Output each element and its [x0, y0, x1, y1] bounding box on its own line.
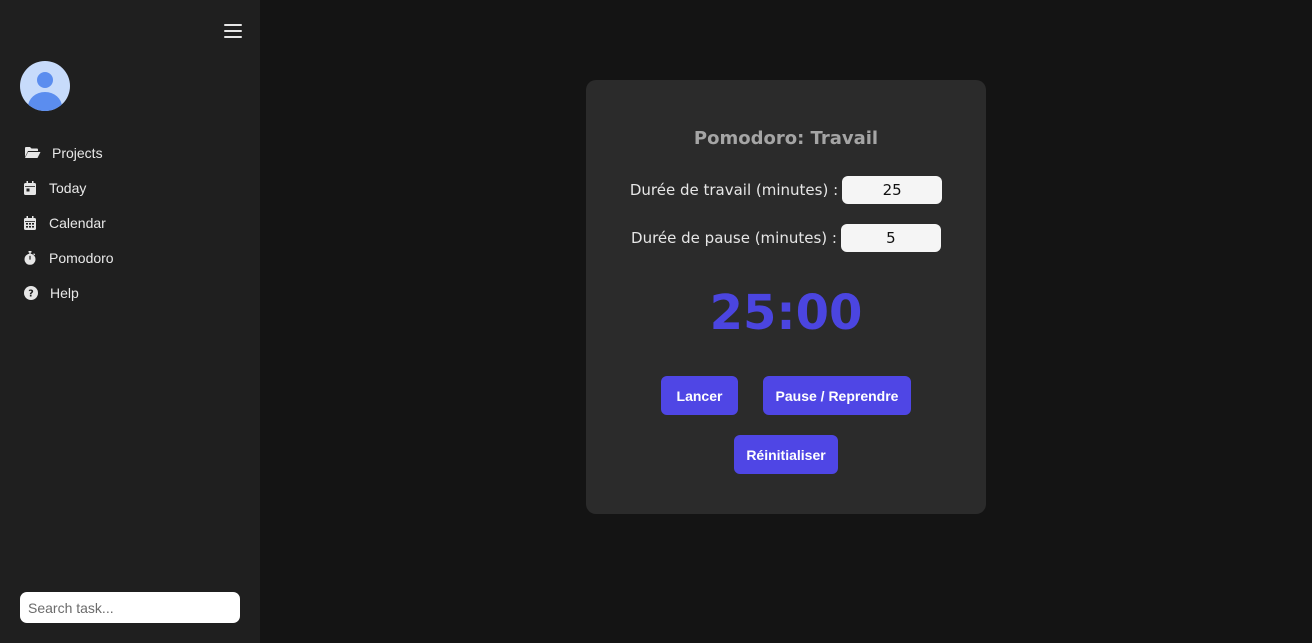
svg-text:?: ?	[28, 288, 34, 299]
avatar-body	[28, 92, 62, 111]
sidebar-item-projects[interactable]: Projects	[0, 135, 260, 170]
question-circle-icon: ?	[24, 285, 49, 300]
sidebar: Projects Today Calendar Pomodoro ? Help …	[0, 0, 260, 643]
reset-button[interactable]: Réinitialiser	[734, 435, 838, 474]
sidebar-item-pomodoro[interactable]: Pomodoro	[0, 240, 260, 275]
avatar[interactable]	[20, 61, 70, 111]
sidebar-item-label: Today	[49, 179, 87, 196]
work-duration-row: Durée de travail (minutes) :	[586, 176, 986, 204]
break-duration-label: Durée de pause (minutes) :	[631, 229, 837, 247]
sidebar-nav: Projects Today Calendar Pomodoro ? Help	[0, 135, 260, 310]
hamburger-menu-icon[interactable]	[224, 23, 242, 39]
stopwatch-icon	[24, 250, 49, 265]
main-content: Pomodoro: Travail Durée de travail (minu…	[260, 0, 1312, 643]
sidebar-item-label: Calendar	[49, 214, 106, 231]
pause-resume-button[interactable]: Pause / Reprendre	[763, 376, 911, 415]
pomodoro-card: Pomodoro: Travail Durée de travail (minu…	[586, 80, 986, 514]
sidebar-item-label: Projects	[52, 144, 103, 161]
break-duration-row: Durée de pause (minutes) :	[586, 224, 986, 252]
sidebar-item-help[interactable]: ? Help	[0, 275, 260, 310]
start-button[interactable]: Lancer	[661, 376, 738, 415]
hamburger-line	[224, 36, 242, 38]
timer-display: 25:00	[709, 285, 863, 341]
work-duration-input[interactable]	[842, 176, 943, 204]
avatar-head	[37, 72, 53, 88]
sidebar-item-calendar[interactable]: Calendar	[0, 205, 260, 240]
search-input[interactable]	[20, 592, 240, 623]
calendar-day-icon	[24, 180, 49, 195]
sidebar-item-label: Help	[50, 284, 79, 301]
sidebar-item-label: Pomodoro	[49, 249, 114, 266]
hamburger-line	[224, 24, 242, 26]
folder-open-icon	[24, 146, 49, 159]
app-root: Projects Today Calendar Pomodoro ? Help …	[0, 0, 1312, 643]
page-title: Pomodoro: Travail	[693, 128, 879, 149]
work-duration-label: Durée de travail (minutes) :	[629, 181, 839, 199]
sidebar-item-today[interactable]: Today	[0, 170, 260, 205]
calendar-icon	[24, 215, 49, 230]
hamburger-line	[224, 30, 242, 32]
break-duration-input[interactable]	[840, 224, 941, 252]
